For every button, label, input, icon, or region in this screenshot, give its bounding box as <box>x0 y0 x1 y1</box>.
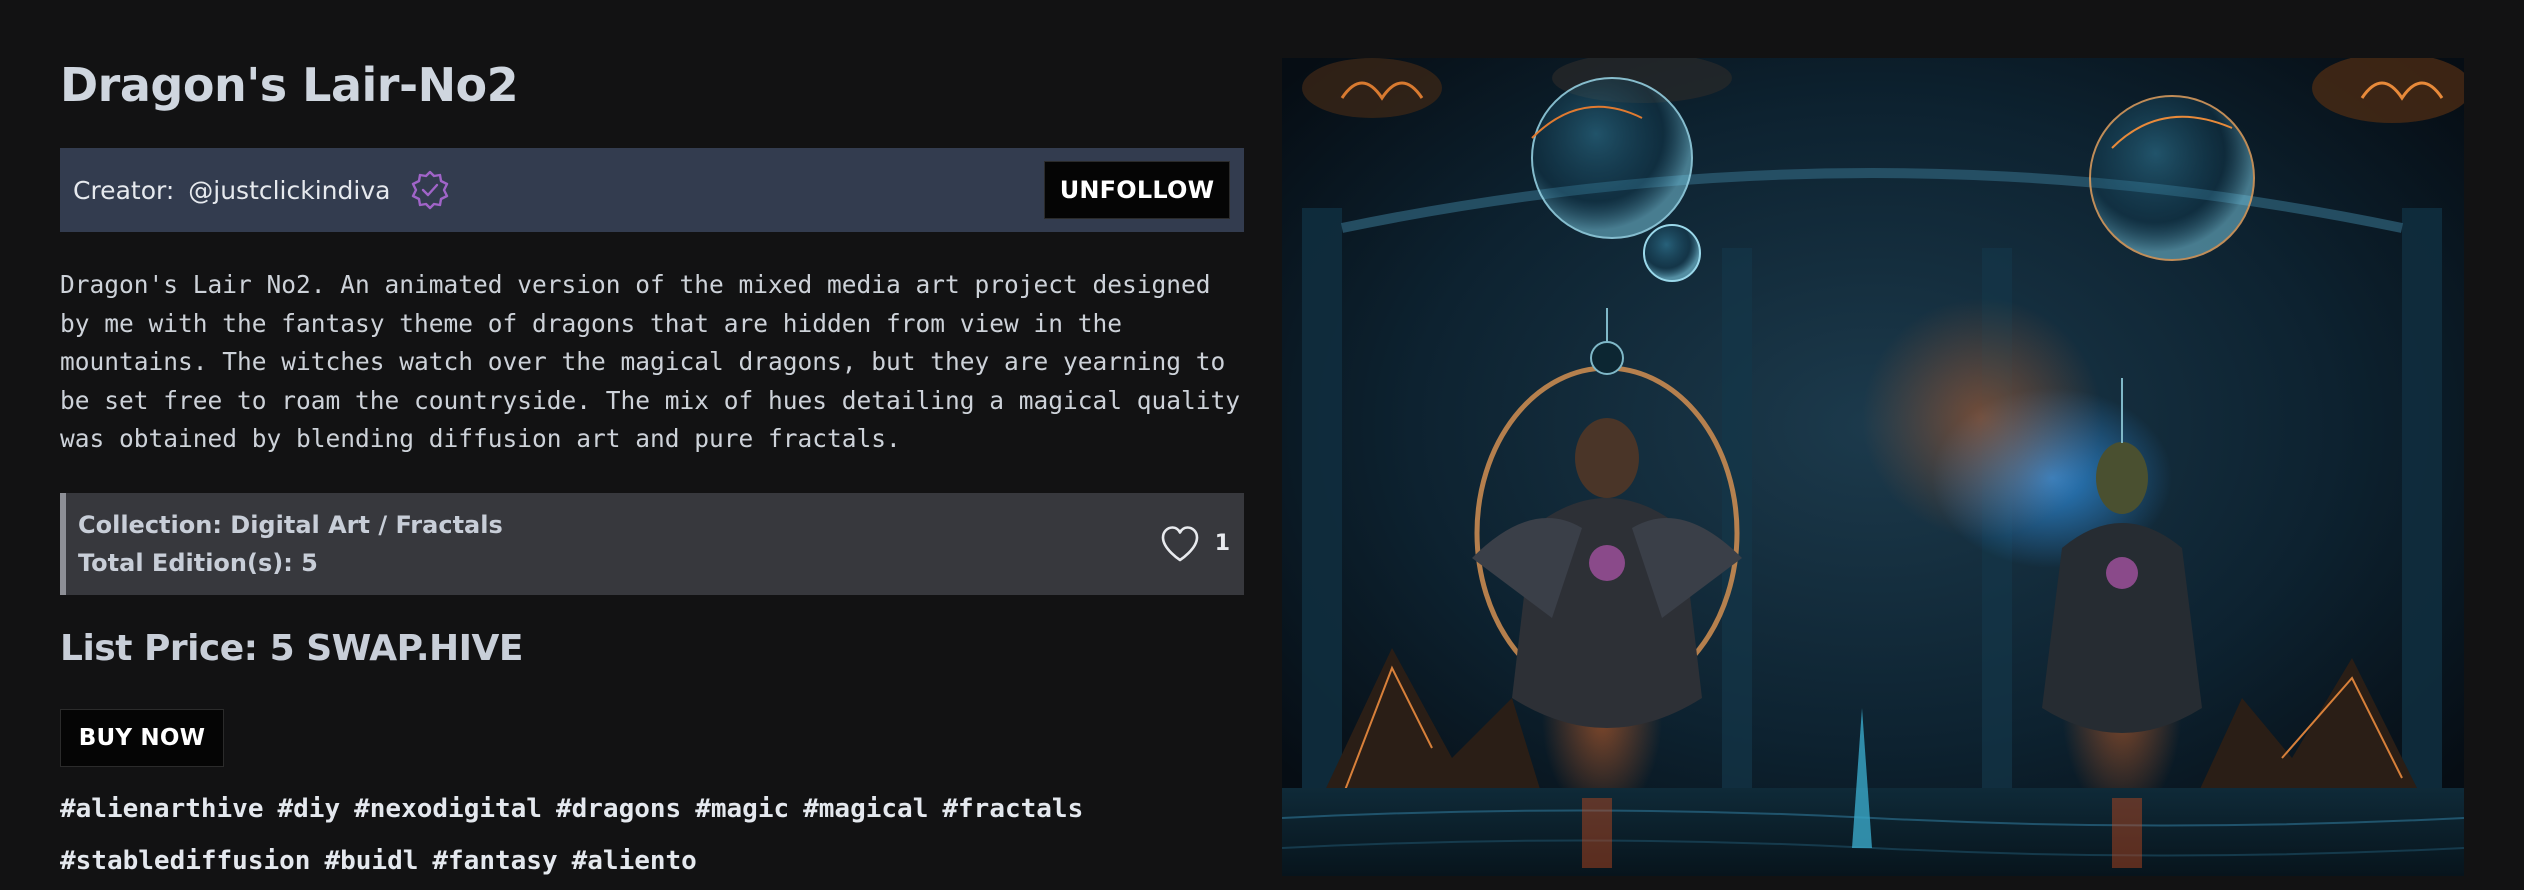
tag-link[interactable]: #fractals <box>942 783 1083 835</box>
tag-link[interactable]: #diy <box>278 783 341 835</box>
heart-icon[interactable] <box>1159 524 1201 564</box>
tag-link[interactable]: #fantasy <box>432 835 557 887</box>
tag-link[interactable]: #alienarthive <box>60 783 264 835</box>
creator-info: Creator: @justclickindiva <box>73 170 450 210</box>
like-count: 1 <box>1214 531 1230 556</box>
likes: 1 <box>1159 524 1230 564</box>
creator-bar: Creator: @justclickindiva UNFOLLOW <box>60 148 1244 232</box>
artwork-illustration <box>1282 58 2464 876</box>
collection-name: Collection: Digital Art / Fractals <box>78 510 503 539</box>
verified-badge-icon <box>410 170 450 210</box>
creator-label: Creator: <box>73 175 175 205</box>
collection-info-bar: Collection: Digital Art / Fractals Total… <box>60 492 1244 595</box>
nft-detail-page: Dragon's Lair-No2 Creator: @justclickind… <box>0 0 2524 890</box>
collection-details: Collection: Digital Art / Fractals Total… <box>78 506 503 582</box>
list-price: List Price: 5 SWAP.HIVE <box>60 627 524 669</box>
tag-list: #alienarthive #diy #nexodigital #dragons… <box>60 783 1244 887</box>
nft-description: Dragon's Lair No2. An animated version o… <box>60 270 1241 453</box>
details-panel: Dragon's Lair-No2 Creator: @justclickind… <box>60 40 1244 887</box>
nft-artwork-image[interactable] <box>1282 58 2464 876</box>
buy-now-button[interactable]: BUY NOW <box>60 708 224 767</box>
tag-link[interactable]: #buidl <box>324 835 418 887</box>
tag-link[interactable]: #stablediffusion <box>60 835 310 887</box>
tag-link[interactable]: #nexodigital <box>354 783 542 835</box>
tag-link[interactable]: #magic <box>695 783 789 835</box>
creator-handle-link[interactable]: @justclickindiva <box>188 176 390 205</box>
unfollow-button[interactable]: UNFOLLOW <box>1044 161 1230 219</box>
tag-link[interactable]: #aliento <box>572 835 697 887</box>
tag-link[interactable]: #magical <box>803 783 928 835</box>
total-editions: Total Edition(s): 5 <box>78 548 318 577</box>
page-title: Dragon's Lair-No2 <box>60 58 519 112</box>
tag-link[interactable]: #dragons <box>556 783 681 835</box>
